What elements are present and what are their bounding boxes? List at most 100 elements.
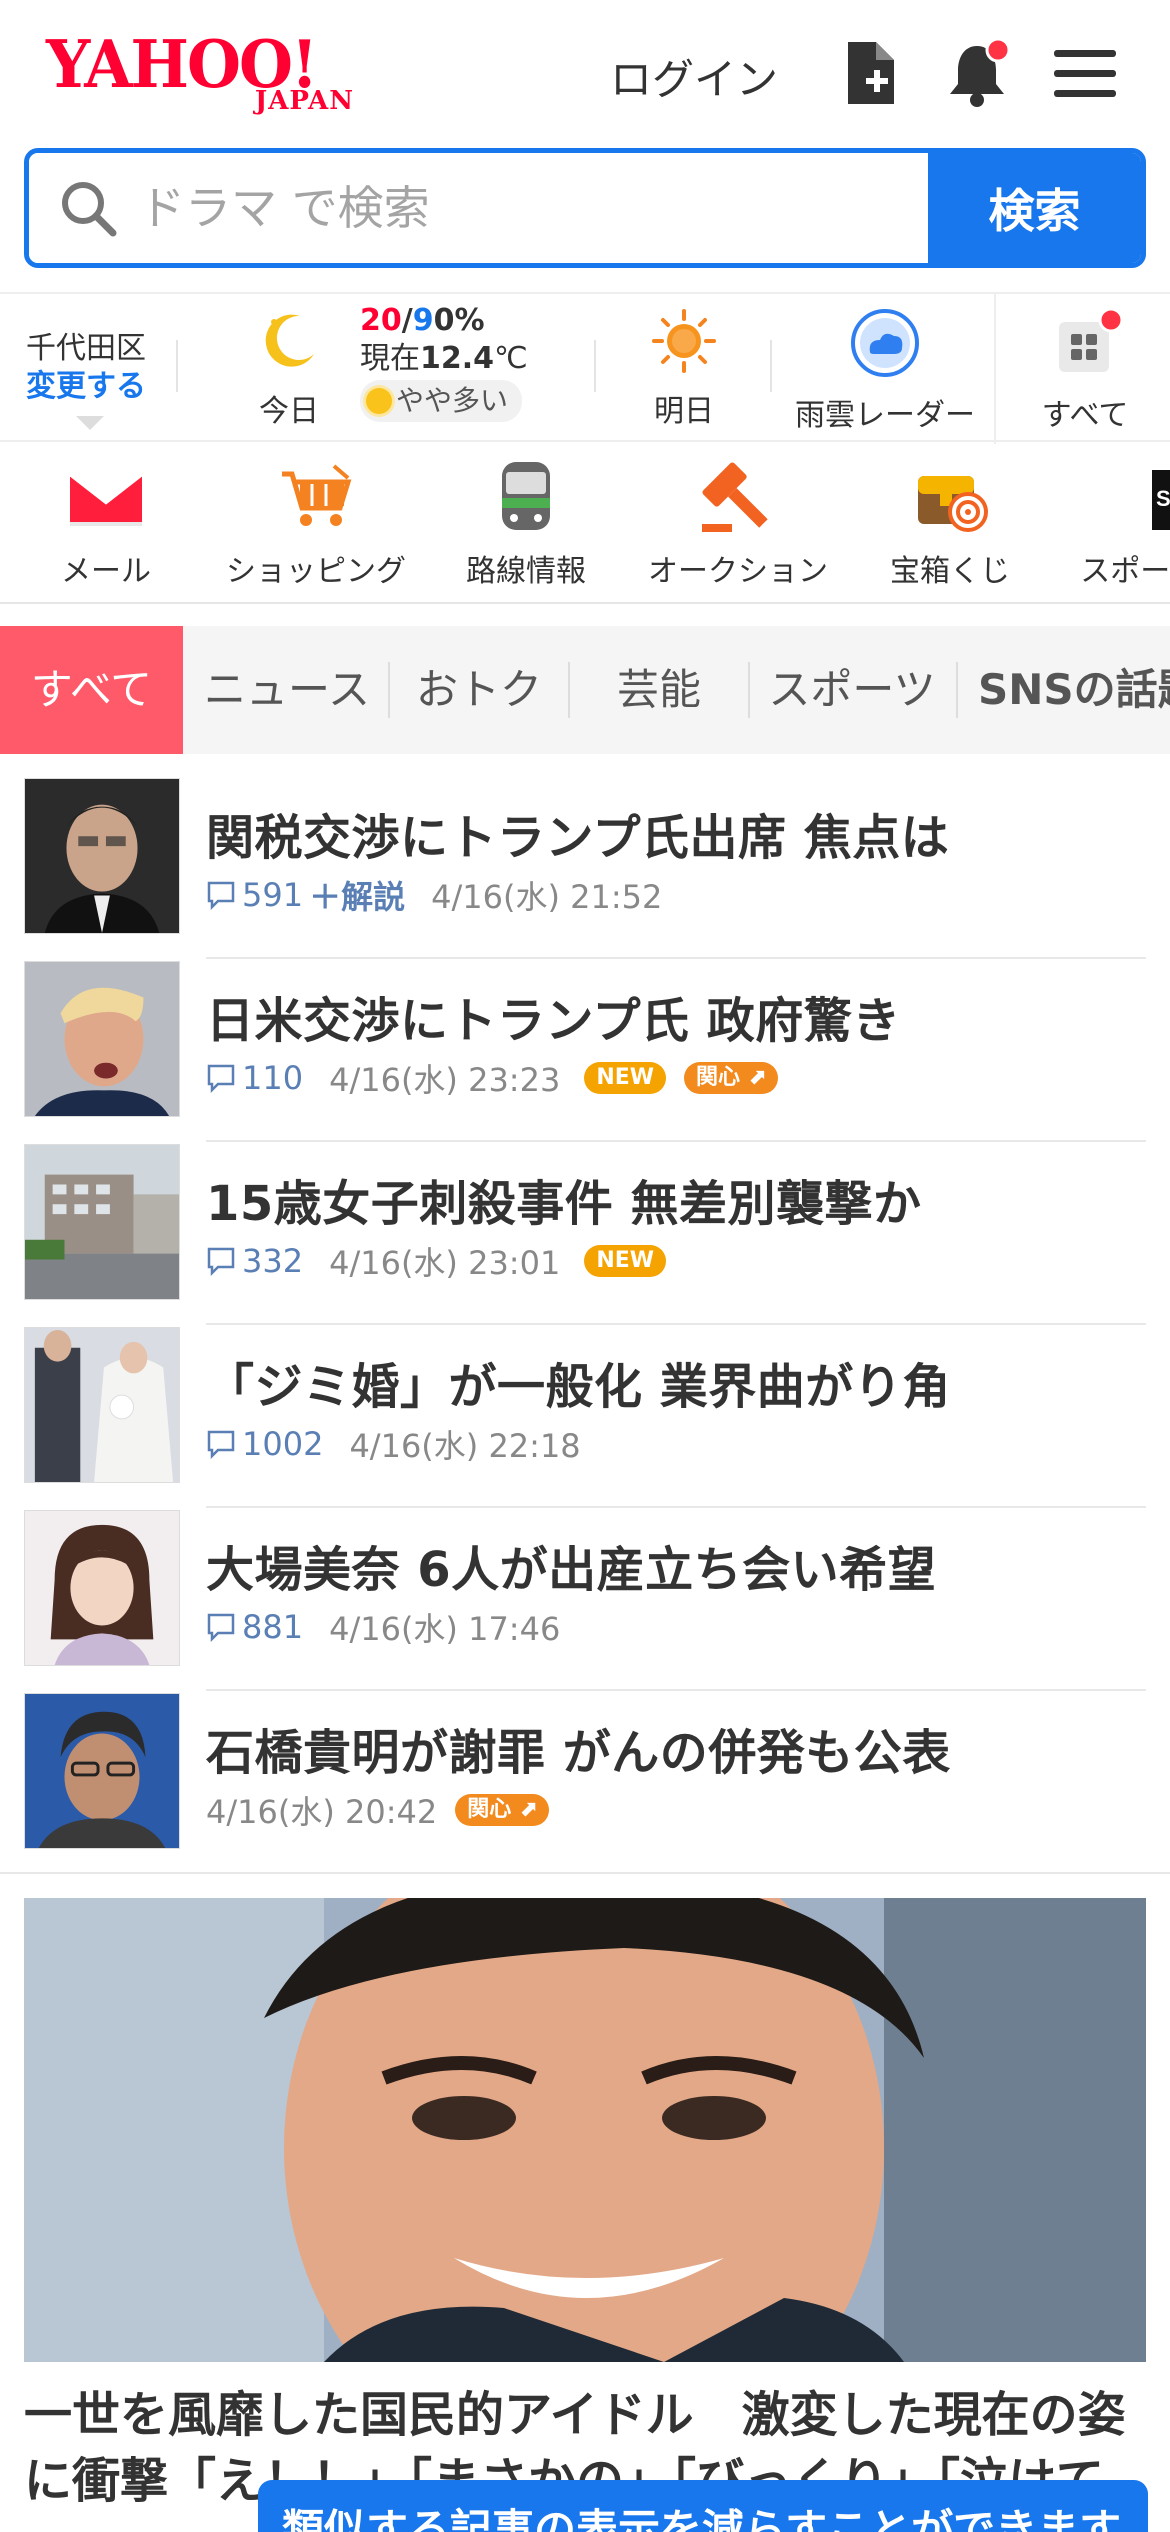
sun-icon xyxy=(652,309,716,373)
service-shopping[interactable]: ショッピング xyxy=(226,458,406,590)
category-tabs: すべて ニュース おトク 芸能 スポーツ SNSの話題 xyxy=(0,626,1170,754)
service-auction[interactable]: オークション xyxy=(648,458,828,590)
news-title[interactable]: 「ジミ婚」が一般化 業界曲がり角 xyxy=(206,1347,951,1417)
interest-badge: 関心 ⬈ xyxy=(684,1062,779,1094)
tab-sports[interactable]: スポーツ xyxy=(752,626,952,754)
news-thumbnail xyxy=(24,1327,180,1483)
news-title[interactable]: 日米交渉にトランプ氏 政府驚き xyxy=(206,981,901,1051)
news-date: 4/16(水) 23:01 xyxy=(329,1244,561,1282)
all-services[interactable]: すべて xyxy=(1035,307,1135,434)
tab-divider xyxy=(748,662,750,718)
news-item[interactable]: 「ジミ婚」が一般化 業界曲がり角 1002 4/16(水) 22:18 xyxy=(0,1325,1170,1508)
search-bar: 検索 xyxy=(24,148,1146,268)
rain-radar[interactable]: 雨雲レーダー xyxy=(790,308,980,434)
divider xyxy=(594,340,596,392)
new-badge: NEW xyxy=(584,1245,667,1277)
comment-count[interactable]: 332 xyxy=(206,1242,303,1280)
comment-count[interactable]: 881 xyxy=(206,1608,303,1646)
weather-tomorrow[interactable]: 明日 xyxy=(646,308,722,430)
news-title[interactable]: 石橋貴明が謝罪 がんの併発も公表 xyxy=(206,1713,951,1783)
news-meta: 332 4/16(水) 23:01 NEW xyxy=(206,1238,667,1284)
pollen-icon xyxy=(366,388,392,414)
service-mail[interactable]: メール xyxy=(60,458,152,590)
comment-icon xyxy=(207,1613,235,1642)
news-item[interactable]: 石橋貴明が謝罪 がんの併発も公表 4/16(水) 20:42 関心 ⬈ xyxy=(0,1691,1170,1874)
login-link[interactable]: ログイン xyxy=(610,46,778,107)
comment-number: 881 xyxy=(242,1608,304,1646)
yahoo-japan-logo[interactable]: YAHOO! JAPAN xyxy=(46,32,366,116)
news-item[interactable]: 日米交渉にトランプ氏 政府驚き 110 4/16(水) 23:23 NEW 関心… xyxy=(0,959,1170,1142)
interest-badge: 関心 ⬈ xyxy=(455,1794,550,1826)
tab-all[interactable]: すべて xyxy=(0,626,183,754)
current-prefix: 現在 xyxy=(360,341,420,376)
tab-divider xyxy=(388,662,390,718)
location-area: 千代田区 xyxy=(26,331,146,366)
weather-today[interactable]: 今日 xyxy=(254,308,324,430)
news-title[interactable]: 大場美奈 6人が出産立ち会い希望 xyxy=(206,1530,936,1600)
news-thumbnail xyxy=(24,1510,180,1666)
change-location-link[interactable]: 変更する xyxy=(26,368,146,406)
divider xyxy=(994,294,996,444)
news-title[interactable]: 関税交渉にトランプ氏出席 焦点は xyxy=(206,798,949,868)
news-date: 4/16(水) 22:18 xyxy=(349,1427,581,1465)
news-date: 4/16(水) 21:52 xyxy=(431,878,663,916)
svg-text:SP: SP xyxy=(1156,486,1170,511)
cart-icon xyxy=(282,464,352,526)
rain-chance: 0% xyxy=(433,303,485,338)
all-label: すべて xyxy=(1041,398,1129,433)
news-item[interactable]: 関税交渉にトランプ氏出席 焦点は 591 ＋解説 4/16(水) 21:52 xyxy=(0,776,1170,959)
tab-sns[interactable]: SNSの話題 xyxy=(958,626,1170,754)
feature-image[interactable] xyxy=(24,1898,1146,2362)
service-sports[interactable]: SP スポーツ xyxy=(1070,458,1170,590)
news-meta: 591 ＋解説 4/16(水) 21:52 xyxy=(206,872,662,918)
comment-number: 1002 xyxy=(242,1425,324,1463)
service-lottery[interactable]: 宝箱くじ xyxy=(888,458,1012,590)
explanation-label: ＋解説 xyxy=(309,878,406,916)
new-badge: NEW xyxy=(584,1062,667,1094)
comment-count[interactable]: 1002 xyxy=(206,1425,323,1463)
search-button[interactable]: 検索 xyxy=(928,153,1141,263)
tab-news[interactable]: ニュース xyxy=(188,626,386,754)
toast-banner[interactable]: 類似する記事の表示を減らすことができます xyxy=(258,2480,1148,2532)
notification-bell-icon[interactable] xyxy=(942,38,1012,108)
comment-icon xyxy=(207,1430,235,1459)
comment-count[interactable]: 591 ＋解説 xyxy=(206,872,405,918)
comment-icon xyxy=(207,1064,235,1093)
treasure-icon xyxy=(918,476,988,532)
radar-label: 雨雲レーダー xyxy=(795,398,975,433)
comment-number: 591 xyxy=(242,876,304,914)
service-label: ショッピング xyxy=(226,554,406,589)
hammer-icon xyxy=(702,462,768,532)
high-temp: 20 xyxy=(360,303,402,338)
news-title[interactable]: 15歳女子刺殺事件 無差別襲撃か xyxy=(206,1164,922,1234)
service-transit[interactable]: 路線情報 xyxy=(464,458,588,590)
news-date: 4/16(水) 23:23 xyxy=(329,1061,561,1099)
hamburger-menu-icon[interactable] xyxy=(1050,38,1120,108)
news-meta: 881 4/16(水) 17:46 xyxy=(206,1604,560,1650)
news-item[interactable]: 15歳女子刺殺事件 無差別襲撃か 332 4/16(水) 23:01 NEW xyxy=(0,1142,1170,1325)
search-input[interactable] xyxy=(139,171,839,245)
train-icon xyxy=(502,462,550,530)
tab-entertainment[interactable]: 芸能 xyxy=(572,626,746,754)
divider xyxy=(770,340,772,392)
pollen-level: やや多い xyxy=(396,384,509,417)
radar-icon xyxy=(851,309,919,377)
today-label: 今日 xyxy=(259,394,319,429)
comment-count[interactable]: 110 xyxy=(206,1059,303,1097)
weather-temps[interactable]: 20/90% 現在12.4℃ やや多い xyxy=(360,302,528,422)
new-document-icon[interactable] xyxy=(836,38,906,108)
tab-deals[interactable]: おトク xyxy=(392,626,566,754)
news-thumbnail xyxy=(24,961,180,1117)
weather-bar: 千代田区 変更する 今日 20/90% 現在12.4℃ やや多い 明日 雨雲レー… xyxy=(0,292,1170,444)
news-item[interactable]: 大場美奈 6人が出産立ち会い希望 881 4/16(水) 17:46 xyxy=(0,1508,1170,1691)
news-date: 4/16(水) 17:46 xyxy=(329,1610,561,1648)
service-label: メール xyxy=(61,554,151,589)
news-date: 4/16(水) 20:42 xyxy=(206,1793,438,1831)
location-block[interactable]: 千代田区 変更する xyxy=(26,330,146,430)
comment-number: 332 xyxy=(242,1242,304,1280)
comment-icon xyxy=(207,881,235,910)
news-meta: 1002 4/16(水) 22:18 xyxy=(206,1421,581,1467)
news-list: 関税交渉にトランプ氏出席 焦点は 591 ＋解説 4/16(水) 21:52 日米… xyxy=(0,776,1170,1874)
service-shortcuts: メール ショッピング 路線情報 オークション 宝箱くじ S スポー xyxy=(0,444,1170,604)
service-label: スポーツ xyxy=(1080,554,1170,589)
